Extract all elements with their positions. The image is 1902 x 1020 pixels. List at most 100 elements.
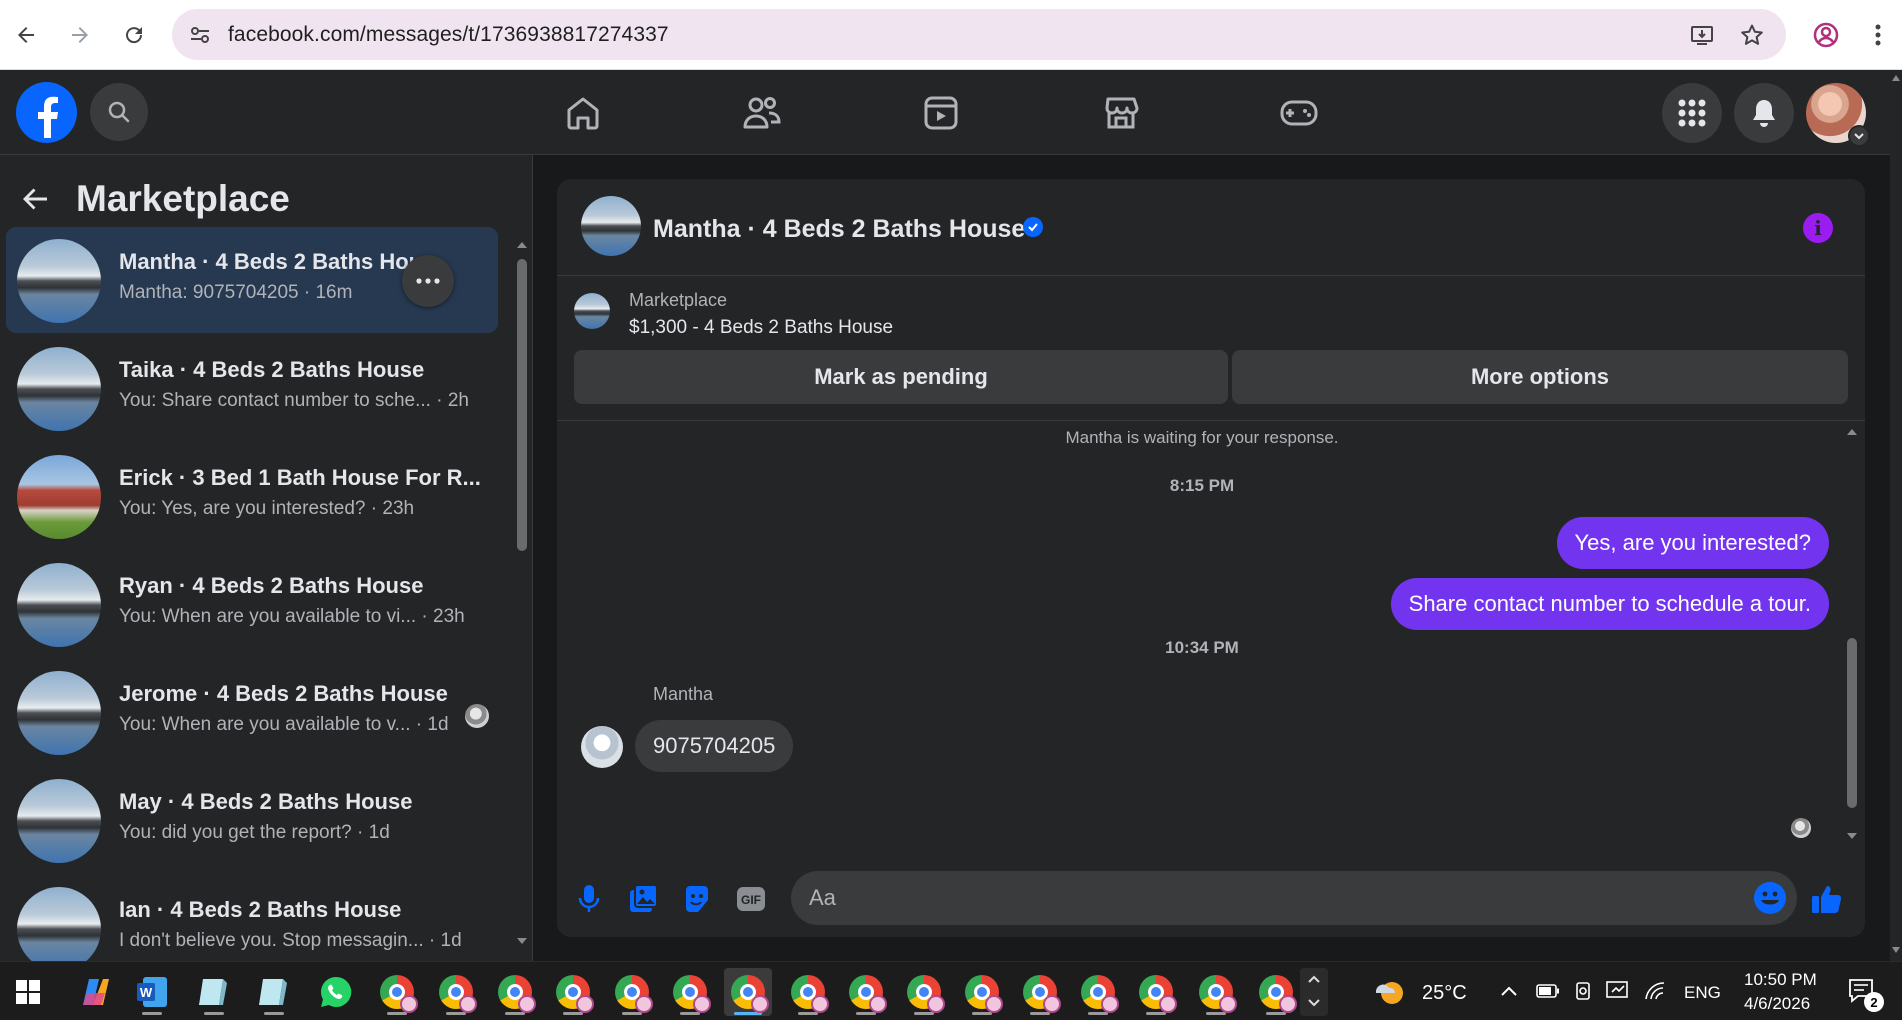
forward-button[interactable] xyxy=(62,17,98,53)
chevron-up-icon[interactable] xyxy=(1500,985,1518,997)
site-info-icon[interactable] xyxy=(184,20,216,50)
profile-avatar[interactable] xyxy=(1806,83,1870,147)
conversation-item[interactable]: Taika · 4 Beds 2 Baths House You: Share … xyxy=(6,335,498,441)
notifications-button[interactable] xyxy=(1734,83,1794,143)
wifi-icon[interactable] xyxy=(1644,981,1666,1001)
microphone-icon[interactable] xyxy=(569,879,609,919)
video-icon[interactable] xyxy=(916,88,966,138)
install-app-icon[interactable] xyxy=(1686,19,1718,51)
chrome-icon[interactable] xyxy=(1074,968,1122,1016)
word-icon[interactable]: W xyxy=(128,968,176,1016)
address-bar[interactable]: facebook.com/messages/t/1736938817274337 xyxy=(172,9,1786,60)
notepad-icon[interactable] xyxy=(190,968,238,1016)
copilot-icon[interactable] xyxy=(72,968,120,1016)
outgoing-message[interactable]: Yes, are you interested? xyxy=(1556,517,1829,569)
listing-thumbnail xyxy=(17,671,101,755)
scrollbar-thumb[interactable] xyxy=(1847,638,1857,808)
back-button[interactable] xyxy=(8,17,44,53)
marketplace-icon[interactable] xyxy=(1096,88,1146,138)
message-composer: GIF xyxy=(557,863,1865,937)
camera-icon[interactable] xyxy=(1574,981,1592,1001)
input-language[interactable]: ENG xyxy=(1684,983,1721,1003)
chrome-icon[interactable] xyxy=(724,968,772,1016)
clock-time[interactable]: 10:50 PM xyxy=(1744,970,1817,990)
chrome-icon[interactable] xyxy=(1192,968,1240,1016)
outgoing-message[interactable]: Share contact number to schedule a tour. xyxy=(1390,578,1829,630)
conversation-preview: You: Share contact number to sche... · 2… xyxy=(119,390,469,411)
chrome-menu-icon[interactable] xyxy=(1860,17,1896,53)
conversation-item[interactable]: Ian · 4 Beds 2 Baths House I don't belie… xyxy=(6,875,498,961)
info-icon[interactable]: i xyxy=(1803,213,1833,243)
gif-icon[interactable]: GIF xyxy=(731,879,771,919)
conversation-item[interactable]: Erick · 3 Bed 1 Bath House For R... You:… xyxy=(6,443,498,549)
menu-button[interactable] xyxy=(1662,83,1722,143)
chrome-icon[interactable] xyxy=(432,968,480,1016)
reload-button[interactable] xyxy=(116,17,152,53)
battery-icon[interactable] xyxy=(1536,984,1560,998)
chrome-icon[interactable] xyxy=(549,968,597,1016)
chrome-icon[interactable] xyxy=(1252,968,1300,1016)
svg-text:GIF: GIF xyxy=(741,893,761,907)
chrome-icon[interactable] xyxy=(373,968,421,1016)
conversation-item[interactable]: Mantha · 4 Beds 2 Baths Hou Mantha: 9075… xyxy=(6,227,498,333)
chat-avatar[interactable] xyxy=(581,196,641,256)
url-text[interactable]: facebook.com/messages/t/1736938817274337 xyxy=(228,23,669,47)
conversation-item[interactable]: Jerome · 4 Beds 2 Baths House You: When … xyxy=(6,659,498,765)
listing-thumbnail[interactable] xyxy=(574,293,610,329)
sticker-icon[interactable] xyxy=(677,879,717,919)
photo-icon[interactable] xyxy=(623,879,663,919)
chrome-icon[interactable] xyxy=(900,968,948,1016)
conversation-preview: You: When are you available to vi... · 2… xyxy=(119,606,465,627)
chat-header: Mantha · 4 Beds 2 Baths House i xyxy=(557,179,1865,276)
forward-arrow-icon xyxy=(72,27,88,43)
weather-temperature[interactable]: 25°C xyxy=(1422,982,1467,1005)
verified-badge-icon xyxy=(1023,217,1043,237)
conversation-preview: You: Yes, are you interested? · 23h xyxy=(119,498,415,519)
scroll-down-icon xyxy=(1847,833,1857,839)
clock-date[interactable]: 4/6/2026 xyxy=(1744,994,1810,1014)
chat-title[interactable]: Mantha · 4 Beds 2 Baths House xyxy=(653,215,1025,244)
sender-avatar[interactable] xyxy=(581,726,623,768)
chrome-icon[interactable] xyxy=(958,968,1006,1016)
conversation-list-scrollbar[interactable] xyxy=(515,235,527,951)
chrome-icon[interactable] xyxy=(1132,968,1180,1016)
chrome-icon[interactable] xyxy=(784,968,832,1016)
conversation-item[interactable]: May · 4 Beds 2 Baths House You: did you … xyxy=(6,767,498,873)
mark-as-pending-button[interactable]: Mark as pending xyxy=(574,350,1228,404)
emoji-icon[interactable] xyxy=(1753,881,1787,915)
like-thumbs-up-icon[interactable] xyxy=(1807,879,1847,919)
search-button[interactable] xyxy=(90,83,148,141)
chrome-icon[interactable] xyxy=(842,968,890,1016)
scroll-up-icon xyxy=(1892,75,1900,81)
taskbar-overflow-scroller[interactable] xyxy=(1300,968,1328,1016)
bookmark-star-icon[interactable] xyxy=(1736,19,1768,51)
conversation-item[interactable]: Ryan · 4 Beds 2 Baths House You: When ar… xyxy=(6,551,498,657)
chat-scrollbar[interactable] xyxy=(1845,428,1859,846)
chrome-icon[interactable] xyxy=(491,968,539,1016)
scrollbar-thumb[interactable] xyxy=(517,259,527,551)
home-icon[interactable] xyxy=(558,88,608,138)
chevron-down-icon[interactable] xyxy=(1848,125,1870,147)
message-thread: Mantha is waiting for your response. 8:1… xyxy=(557,422,1865,852)
chrome-icon[interactable] xyxy=(1016,968,1064,1016)
back-arrow-icon[interactable] xyxy=(20,184,50,214)
whatsapp-icon[interactable] xyxy=(312,968,360,1016)
message-input[interactable] xyxy=(809,871,1709,925)
friends-icon[interactable] xyxy=(737,88,787,138)
incoming-message[interactable]: 9075704205 xyxy=(635,720,794,772)
weather-icon[interactable] xyxy=(1366,968,1414,1016)
more-options-button[interactable]: More options xyxy=(1232,350,1848,404)
page-scrollbar[interactable] xyxy=(1890,70,1902,961)
facebook-logo-icon[interactable] xyxy=(16,82,77,143)
display-icon[interactable] xyxy=(1606,980,1630,1002)
gaming-icon[interactable] xyxy=(1274,88,1324,138)
chrome-icon[interactable] xyxy=(666,968,714,1016)
scroll-up-icon xyxy=(517,242,527,248)
listing-price-title[interactable]: $1,300 - 4 Beds 2 Baths House xyxy=(629,317,893,339)
notepad-icon[interactable] xyxy=(250,968,298,1016)
conversation-preview: Mantha: 9075704205 · 16m xyxy=(119,282,353,303)
conversation-options-button[interactable] xyxy=(402,255,454,307)
windows-start-icon[interactable] xyxy=(4,968,52,1016)
chrome-icon[interactable] xyxy=(608,968,656,1016)
profile-icon[interactable] xyxy=(1808,17,1844,53)
